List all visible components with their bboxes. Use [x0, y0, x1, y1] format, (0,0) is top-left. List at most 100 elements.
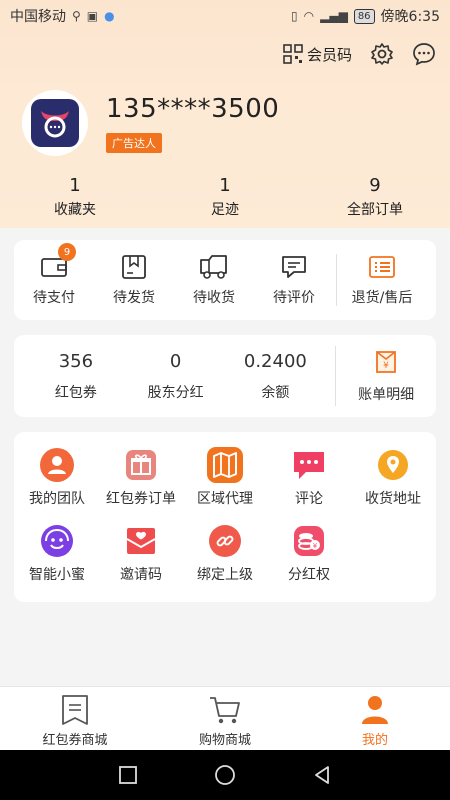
tab-label: 购物商城 [198, 733, 251, 748]
wallet-coupons[interactable]: 356 红包券 [26, 351, 126, 402]
tab-label: 我的 [361, 733, 388, 748]
tool-bind-superior[interactable]: 绑定上级 [181, 524, 269, 584]
refund-label: 退货/售后 [351, 290, 413, 306]
stat-label: 全部订单 [347, 202, 403, 218]
cart-icon [210, 697, 240, 724]
pending-payment-badge: 9 [58, 243, 76, 261]
tool-label: 邀请码 [120, 567, 162, 583]
user-badge: 广告达人 [106, 133, 162, 153]
map-icon [207, 447, 243, 483]
vibrate-icon: ▯ [291, 9, 298, 23]
order-refund[interactable]: 退货/售后 [339, 253, 425, 307]
stats-row: 1 收藏夹 1 足迹 9 全部订单 [0, 175, 450, 219]
tool-regional-agent[interactable]: 区域代理 [181, 447, 269, 508]
tab-label: 红包券商城 [42, 733, 108, 748]
signal-icon: ▂▄▆ [320, 9, 348, 23]
recent-apps-icon[interactable] [118, 765, 138, 785]
stat-value: 1 [219, 175, 231, 196]
wallet-label: 股东分红 [147, 384, 204, 401]
tool-label: 分红权 [288, 567, 330, 583]
member-code-label: 会员码 [306, 45, 352, 64]
qr-code-icon [283, 44, 303, 64]
tool-invite-code[interactable]: 邀请码 [97, 524, 185, 584]
tool-label: 智能小蜜 [29, 567, 85, 583]
status-bar: 中国移动 ⚲ ▣ ● ▯ ◠ ▂▄▆ 86 傍晚6:35 [0, 0, 450, 32]
battery-icon: 86 [353, 8, 375, 24]
stat-footprints[interactable]: 1 足迹 [150, 175, 300, 219]
order-pending-receipt[interactable]: 待收货 [174, 253, 254, 307]
member-code-button[interactable]: 会员码 [283, 44, 352, 65]
wallet-dividend[interactable]: 0 股东分红 [126, 351, 226, 402]
coupon-mall-icon [62, 695, 88, 725]
clock-text: 傍晚6:35 [380, 9, 440, 25]
comment-icon [294, 452, 324, 479]
tool-smart-assistant[interactable]: 智能小蜜 [13, 524, 101, 584]
bill-details-button[interactable]: ¥ 账单明细 [336, 348, 436, 404]
message-icon[interactable] [412, 42, 436, 66]
wallet-label: 余额 [261, 384, 290, 401]
tool-comments[interactable]: 评论 [265, 448, 353, 508]
top-actions: 会员码 [283, 42, 436, 66]
svg-text:¥: ¥ [313, 542, 318, 550]
stat-value: 1 [69, 175, 81, 196]
stat-label: 收藏夹 [54, 202, 96, 218]
tool-label: 红包券订单 [106, 491, 176, 507]
order-pending-payment[interactable]: 9 待支付 [14, 243, 94, 307]
username: 135****3500 [106, 94, 280, 124]
truck-icon [200, 255, 227, 279]
order-label: 待支付 [33, 290, 75, 306]
envelope-icon [126, 528, 156, 554]
stat-favorites[interactable]: 1 收藏夹 [0, 175, 150, 219]
gift-icon [126, 450, 156, 480]
tool-coupon-orders[interactable]: 红包券订单 [97, 448, 185, 508]
browser-icon: ● [104, 9, 115, 23]
tool-label: 评论 [295, 491, 323, 507]
orders-card: 9 待支付 待发货 待收货 待评价 退货/售后 [14, 240, 436, 320]
tool-label: 收货地址 [365, 491, 421, 507]
order-label: 待发货 [113, 290, 155, 306]
wallet-balance[interactable]: 0.2400 余额 [226, 351, 326, 402]
tool-my-team[interactable]: 我的团队 [13, 448, 101, 508]
location-icon [378, 450, 408, 480]
review-icon [282, 256, 306, 278]
tool-dividend-rights[interactable]: ¥ 分红权 [265, 524, 353, 584]
order-pending-review[interactable]: 待评价 [254, 253, 334, 307]
notification-icon: ▣ [86, 9, 99, 23]
wallet-value: 0 [169, 350, 182, 372]
tab-mine[interactable]: 我的 [300, 687, 450, 750]
system-navigation-bar [0, 750, 450, 800]
wallet-card: 356 红包券 0 股东分红 0.2400 余额 ¥ 账单明细 [14, 335, 436, 417]
bill-label: 账单明细 [358, 387, 415, 403]
wifi-icon: ◠ [303, 9, 315, 23]
avatar[interactable] [22, 90, 88, 156]
assistant-icon [41, 525, 73, 557]
coins-icon: ¥ [294, 526, 324, 556]
tab-shopping-mall[interactable]: 购物商城 [150, 687, 300, 750]
back-icon[interactable] [312, 765, 332, 785]
svg-text:¥: ¥ [383, 361, 389, 371]
bill-icon: ¥ [376, 351, 397, 373]
stat-all-orders[interactable]: 9 全部订单 [300, 175, 450, 219]
wallet-label: 红包券 [54, 384, 97, 401]
link-icon [209, 525, 241, 557]
wallet-value: 0.2400 [243, 350, 307, 372]
order-label: 待收货 [193, 290, 235, 306]
team-icon [40, 448, 74, 482]
tool-label: 我的团队 [29, 491, 85, 507]
tool-shipping-address[interactable]: 收货地址 [349, 448, 437, 508]
home-icon[interactable] [214, 764, 236, 786]
carrier-text: 中国移动 [10, 9, 66, 25]
avatar-logo-icon [31, 99, 79, 147]
tool-label: 区域代理 [197, 491, 253, 507]
order-label: 待评价 [273, 290, 315, 306]
usb-icon: ⚲ [72, 9, 81, 23]
stat-label: 足迹 [211, 202, 239, 218]
tools-card: 我的团队 红包券订单 区域代理 评论 收货地址 智能小蜜 邀请码 绑定上级 ¥ … [14, 432, 436, 602]
stat-value: 9 [369, 175, 381, 196]
order-pending-shipment[interactable]: 待发货 [94, 253, 174, 307]
tool-label: 绑定上级 [197, 567, 253, 583]
settings-gear-icon[interactable] [370, 42, 394, 66]
tab-coupon-mall[interactable]: 红包券商城 [0, 687, 150, 750]
bottom-tab-bar: 红包券商城 购物商城 我的 [0, 686, 450, 750]
divider [336, 254, 337, 306]
